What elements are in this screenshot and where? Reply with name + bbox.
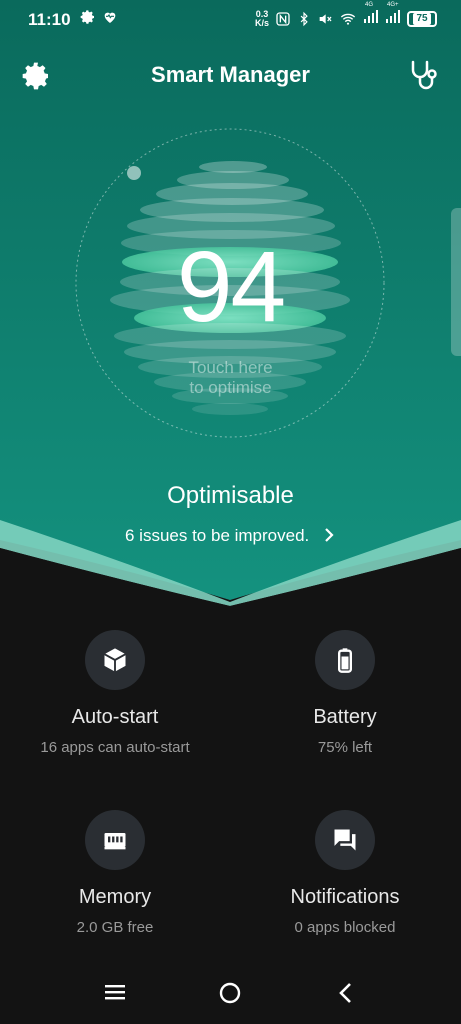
- page-title: Smart Manager: [151, 62, 310, 87]
- feature-sub: 0 apps blocked: [294, 919, 396, 936]
- nfc-icon: [276, 11, 290, 26]
- gear-small-icon: [80, 10, 94, 24]
- wifi-icon: [340, 13, 356, 25]
- battery-icon: [338, 648, 352, 673]
- health-score[interactable]: 94: [0, 230, 461, 345]
- issues-link[interactable]: 6 issues to be improved.: [0, 526, 461, 546]
- feature-auto-start[interactable]: Auto-start 16 apps can auto-start: [0, 630, 230, 756]
- signal-1: 4G: [363, 2, 379, 29]
- feature-sub: 2.0 GB free: [76, 919, 154, 936]
- network-speed: 0.3 K/s: [254, 8, 269, 28]
- status-bar: 11:10 0.3 K/s 4G 4G+ 75: [0, 0, 461, 38]
- home-icon[interactable]: [218, 981, 242, 1005]
- feature-sub: 16 apps can auto-start: [40, 739, 190, 756]
- signal-icon: [386, 10, 400, 23]
- back-icon[interactable]: [336, 981, 356, 1005]
- feature-sub: 75% left: [317, 739, 373, 756]
- touch-to-optimise[interactable]: Touch here to optimise: [0, 358, 461, 398]
- stethoscope-icon[interactable]: [407, 58, 443, 94]
- issues-text: 6 issues to be improved.: [125, 526, 310, 545]
- feature-name: Memory: [78, 886, 152, 908]
- feature-name: Battery: [313, 706, 377, 728]
- edge-panel-handle[interactable]: [451, 208, 461, 356]
- feature-memory[interactable]: Memory 2.0 GB free: [0, 810, 230, 936]
- chevron-right-icon: [325, 528, 334, 542]
- feature-battery[interactable]: Battery 75% left: [230, 630, 460, 756]
- heart-pulse-icon: [104, 12, 116, 23]
- signal-icon: [364, 10, 378, 23]
- memory-chip-icon: [104, 833, 126, 850]
- status-time: 11:10: [28, 10, 71, 29]
- feature-notifications[interactable]: Notifications 0 apps blocked: [230, 810, 460, 936]
- recent-apps-icon[interactable]: [104, 982, 126, 1002]
- feature-name: Notifications: [290, 886, 400, 908]
- feature-name: Auto-start: [71, 706, 159, 728]
- optimisation-status: Optimisable: [167, 482, 294, 509]
- bluetooth-icon: [300, 11, 308, 26]
- signal-2: 4G+: [385, 2, 401, 29]
- mute-icon: [319, 13, 332, 24]
- cube-icon: [104, 648, 126, 672]
- navigation-bar: [0, 960, 461, 1024]
- chat-bubbles-icon: [334, 829, 356, 851]
- battery-indicator: 75: [407, 10, 437, 27]
